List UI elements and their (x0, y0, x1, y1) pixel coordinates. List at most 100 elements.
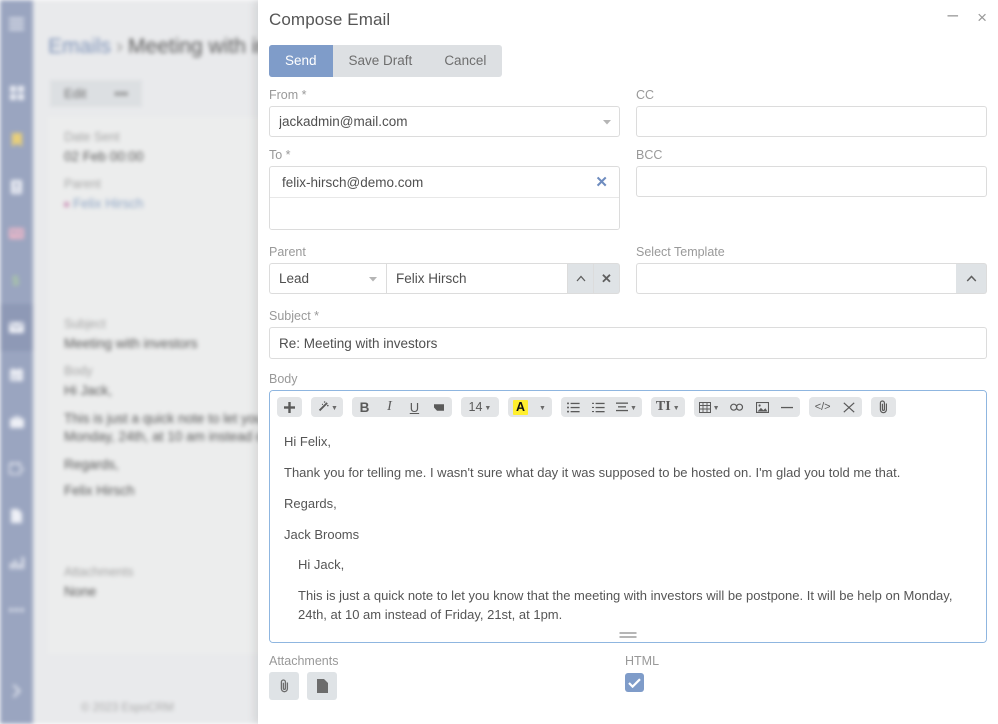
resize-grip-icon (619, 632, 637, 638)
bold-button[interactable]: B (352, 397, 377, 417)
send-button[interactable]: Send (269, 45, 333, 77)
attachments-label: Attachments (269, 654, 339, 668)
code-view-button[interactable]: </> (809, 397, 837, 417)
ordered-list-button[interactable] (586, 397, 611, 417)
record-type-dot-icon (64, 201, 69, 207)
cc-field-group: CC (636, 88, 987, 137)
cc-input[interactable] (636, 106, 987, 137)
sidebar-item-accounts[interactable] (0, 210, 33, 257)
sidebar-item-calendar[interactable] (0, 351, 33, 398)
cancel-button[interactable]: Cancel (428, 45, 502, 77)
window-controls: – × (944, 6, 990, 29)
attachment-buttons (269, 672, 625, 700)
image-button[interactable] (750, 397, 775, 417)
to-label: To * (269, 148, 291, 162)
from-select-wrap (269, 106, 620, 137)
more-actions-button[interactable]: ••• (100, 80, 143, 107)
parent-type-select[interactable] (269, 263, 386, 294)
chevron-down-icon: ▼ (484, 404, 492, 412)
from-cc-row: From * CC (269, 88, 987, 137)
text-style-button[interactable]: TI ▼ (651, 397, 685, 417)
minimize-button[interactable]: – (944, 4, 961, 27)
edit-button[interactable]: Edit (50, 80, 101, 107)
editor-toolbar: ▼ B I U 14 ▼ A ▼ ▼ TI ▼ ▼ </> (270, 391, 986, 423)
sidebar-item-emails[interactable] (0, 304, 33, 351)
fullscreen-button[interactable] (837, 397, 862, 417)
copyright-footer: © 2023 EspoCRM (81, 702, 174, 714)
sidebar-item-documents[interactable] (0, 492, 33, 539)
background-button-row: Edit ••• (50, 80, 143, 107)
sidebar-item-book[interactable] (0, 116, 33, 163)
parent-clear-button[interactable]: ✕ (594, 263, 620, 294)
remove-recipient-icon[interactable]: ✕ (593, 175, 610, 190)
to-recipient-email: felix-hirsch@demo.com (282, 174, 424, 190)
attachments-label: Attachments (64, 565, 134, 579)
table-button[interactable]: ▼ (694, 397, 725, 417)
select-template-label: Select Template (636, 245, 725, 259)
sidebar-item-more[interactable] (0, 586, 33, 633)
sidebar-item-dashboard[interactable] (0, 69, 33, 116)
paragraph-align-button[interactable]: ▼ (611, 397, 642, 417)
from-input[interactable] (269, 106, 620, 137)
italic-button[interactable]: I (377, 397, 402, 417)
parent-template-row: Parent ✕ (269, 245, 987, 294)
parent-name-input[interactable] (386, 263, 568, 294)
text-color-button[interactable]: A (508, 397, 533, 417)
body-line-4: Regards, (64, 457, 119, 472)
quote-paragraph-1: Hi Jack, (298, 557, 345, 573)
to-chip-list: felix-hirsch@demo.com ✕ (269, 166, 620, 230)
sidebar-item-reports[interactable] (0, 539, 33, 586)
parent-field-group: Parent ✕ (269, 245, 620, 294)
bcc-field-group: BCC (636, 148, 987, 230)
close-icon[interactable]: × (974, 7, 990, 28)
unordered-list-button[interactable] (561, 397, 586, 417)
hamburger-icon[interactable] (0, 0, 33, 47)
horizontal-rule-button[interactable] (775, 397, 800, 417)
upload-attachment-paperclip-icon[interactable] (269, 672, 299, 700)
quote-paragraph-2: This is just a quick note to let you kno… (298, 588, 953, 623)
sidebar-item-activities[interactable] (0, 445, 33, 492)
select-template-group: Select Template (636, 245, 987, 294)
insert-plus-button[interactable] (277, 397, 302, 417)
magic-style-button[interactable]: ▼ (311, 397, 343, 417)
link-button[interactable] (725, 397, 750, 417)
breadcrumb-parent-link[interactable]: Emails (48, 35, 111, 58)
subject-input[interactable] (269, 327, 987, 359)
editor-paragraph-2: Thank you for telling me. I wasn't sure … (284, 464, 901, 480)
html-checkbox[interactable] (625, 673, 644, 692)
toolbar-group-insert-objects: ▼ (693, 397, 800, 417)
color-dropdown-button[interactable]: ▼ (533, 397, 552, 417)
font-size-value: 14 (468, 400, 483, 414)
sidebar-item-opportunities[interactable]: $ (0, 257, 33, 304)
quoted-message: Hi Jack, This is just a quick note to le… (298, 556, 972, 625)
select-document-file-icon[interactable] (307, 672, 337, 700)
select-template-chevron-up-icon[interactable] (956, 263, 987, 294)
editor-resize-handle[interactable] (270, 631, 986, 642)
parent-value[interactable]: Felix Hirsch (64, 196, 144, 211)
parent-select-chevron-up-icon[interactable] (568, 263, 594, 294)
breadcrumb-separator: › (116, 35, 124, 58)
toolbar-group-lists: ▼ (560, 397, 642, 417)
underline-button[interactable]: U (402, 397, 427, 417)
attachment-button[interactable] (871, 397, 896, 417)
select-template-input[interactable] (636, 263, 956, 294)
sidebar-item-cases[interactable] (0, 398, 33, 445)
sidebar-collapse-chevron-right-icon[interactable] (0, 676, 33, 706)
save-draft-button[interactable]: Save Draft (333, 45, 429, 77)
sidebar-item-contacts[interactable] (0, 163, 33, 210)
remove-format-button[interactable] (427, 397, 452, 417)
editor-content[interactable]: Hi Felix, Thank you for telling me. I wa… (270, 423, 986, 631)
parent-compound-field: ✕ (269, 263, 620, 294)
parent-value-text: Felix Hirsch (73, 196, 144, 211)
to-recipient-chip: felix-hirsch@demo.com ✕ (270, 167, 619, 198)
body-line-2: This is just a quick note to let you kno (64, 411, 289, 426)
editor-paragraph-1: Hi Felix, (284, 434, 331, 449)
bcc-input[interactable] (636, 166, 987, 197)
toolbar-group-color: A ▼ (507, 397, 552, 417)
body-field-group: Body ▼ B I U 14 ▼ A ▼ ▼ TI ▼ ▼ </> Hi Fe… (269, 372, 987, 643)
to-input[interactable] (270, 198, 619, 229)
font-size-button[interactable]: 14 ▼ (461, 397, 499, 417)
to-bcc-row: To * felix-hirsch@demo.com ✕ BCC (269, 148, 987, 230)
svg-text:$: $ (12, 273, 20, 288)
subject-label: Subject * (269, 309, 320, 323)
